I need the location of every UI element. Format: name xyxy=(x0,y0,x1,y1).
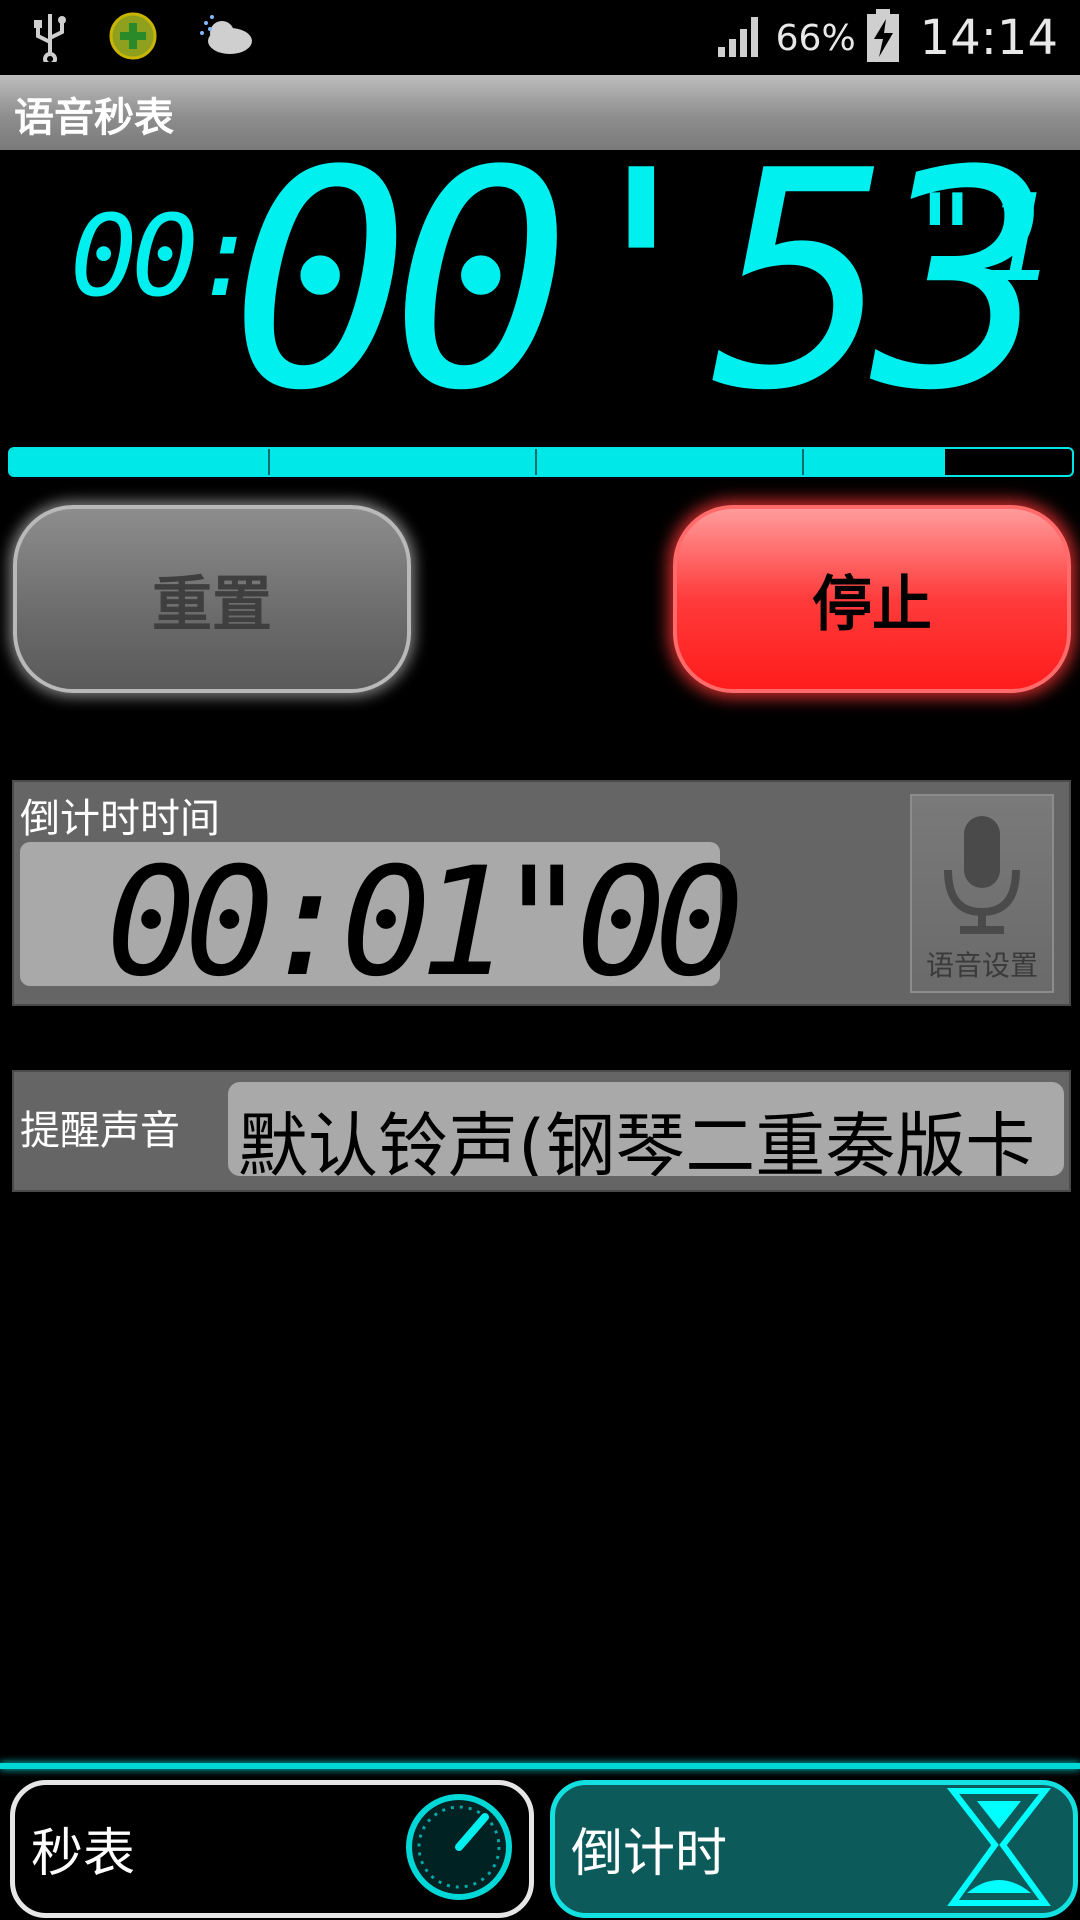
reset-button-label: 重置 xyxy=(152,569,272,640)
progress-tick xyxy=(802,449,804,475)
progress-bar xyxy=(8,447,1074,477)
voice-settings-button[interactable]: 语音设置 xyxy=(910,794,1054,993)
tab-bar-divider xyxy=(0,1763,1080,1769)
alert-sound-selector[interactable]: 默认铃声(钢琴二重奏版卡 xyxy=(228,1082,1064,1176)
notification-icons xyxy=(30,10,256,66)
microphone-icon xyxy=(944,816,1020,934)
countdown-time-field[interactable]: 00:01"00 xyxy=(20,842,744,998)
countdown-panel: 倒计时时间 00:01"00 语音设置 xyxy=(12,780,1071,1006)
alert-sound-value: 默认铃声(钢琴二重奏版卡 xyxy=(238,1105,1036,1176)
stop-button-label: 停止 xyxy=(812,569,932,640)
progress-tick xyxy=(535,449,537,475)
weather-icon xyxy=(196,11,256,65)
reset-button[interactable]: 重置 xyxy=(13,505,411,693)
hourglass-icon xyxy=(947,1788,1051,1906)
app-plus-icon xyxy=(108,11,158,65)
usb-icon xyxy=(30,10,70,66)
tab-countdown-label: 倒计时 xyxy=(571,1824,728,1884)
battery-percent: 66% xyxy=(775,17,856,59)
tab-stopwatch[interactable]: 秒表 xyxy=(10,1780,534,1918)
voice-settings-label: 语音设置 xyxy=(925,949,1038,982)
stopwatch-dial-icon xyxy=(406,1794,512,1900)
alert-sound-panel: 提醒声音 默认铃声(钢琴二重奏版卡 xyxy=(12,1070,1071,1192)
battery-charging-icon xyxy=(866,9,900,67)
timer-hours: 00: xyxy=(70,192,260,322)
elapsed-timer: 00: 00'53 "1 xyxy=(0,132,1080,440)
timer-tenths: "1 xyxy=(910,170,1055,309)
tab-stopwatch-label: 秒表 xyxy=(31,1824,136,1884)
signal-icon xyxy=(716,13,766,63)
tab-countdown[interactable]: 倒计时 xyxy=(550,1780,1078,1918)
status-clock: 14:14 xyxy=(919,10,1058,66)
progress-fill xyxy=(10,449,945,475)
app-title: 语音秒表 xyxy=(14,95,174,141)
alert-sound-label: 提醒声音 xyxy=(20,1108,180,1154)
status-bar: 66% 14:14 xyxy=(0,0,1080,75)
stop-button[interactable]: 停止 xyxy=(673,505,1071,693)
progress-tick xyxy=(268,449,270,475)
countdown-time-value: 00:01"00 xyxy=(106,836,744,1010)
system-status: 66% 14:14 xyxy=(716,8,1058,68)
